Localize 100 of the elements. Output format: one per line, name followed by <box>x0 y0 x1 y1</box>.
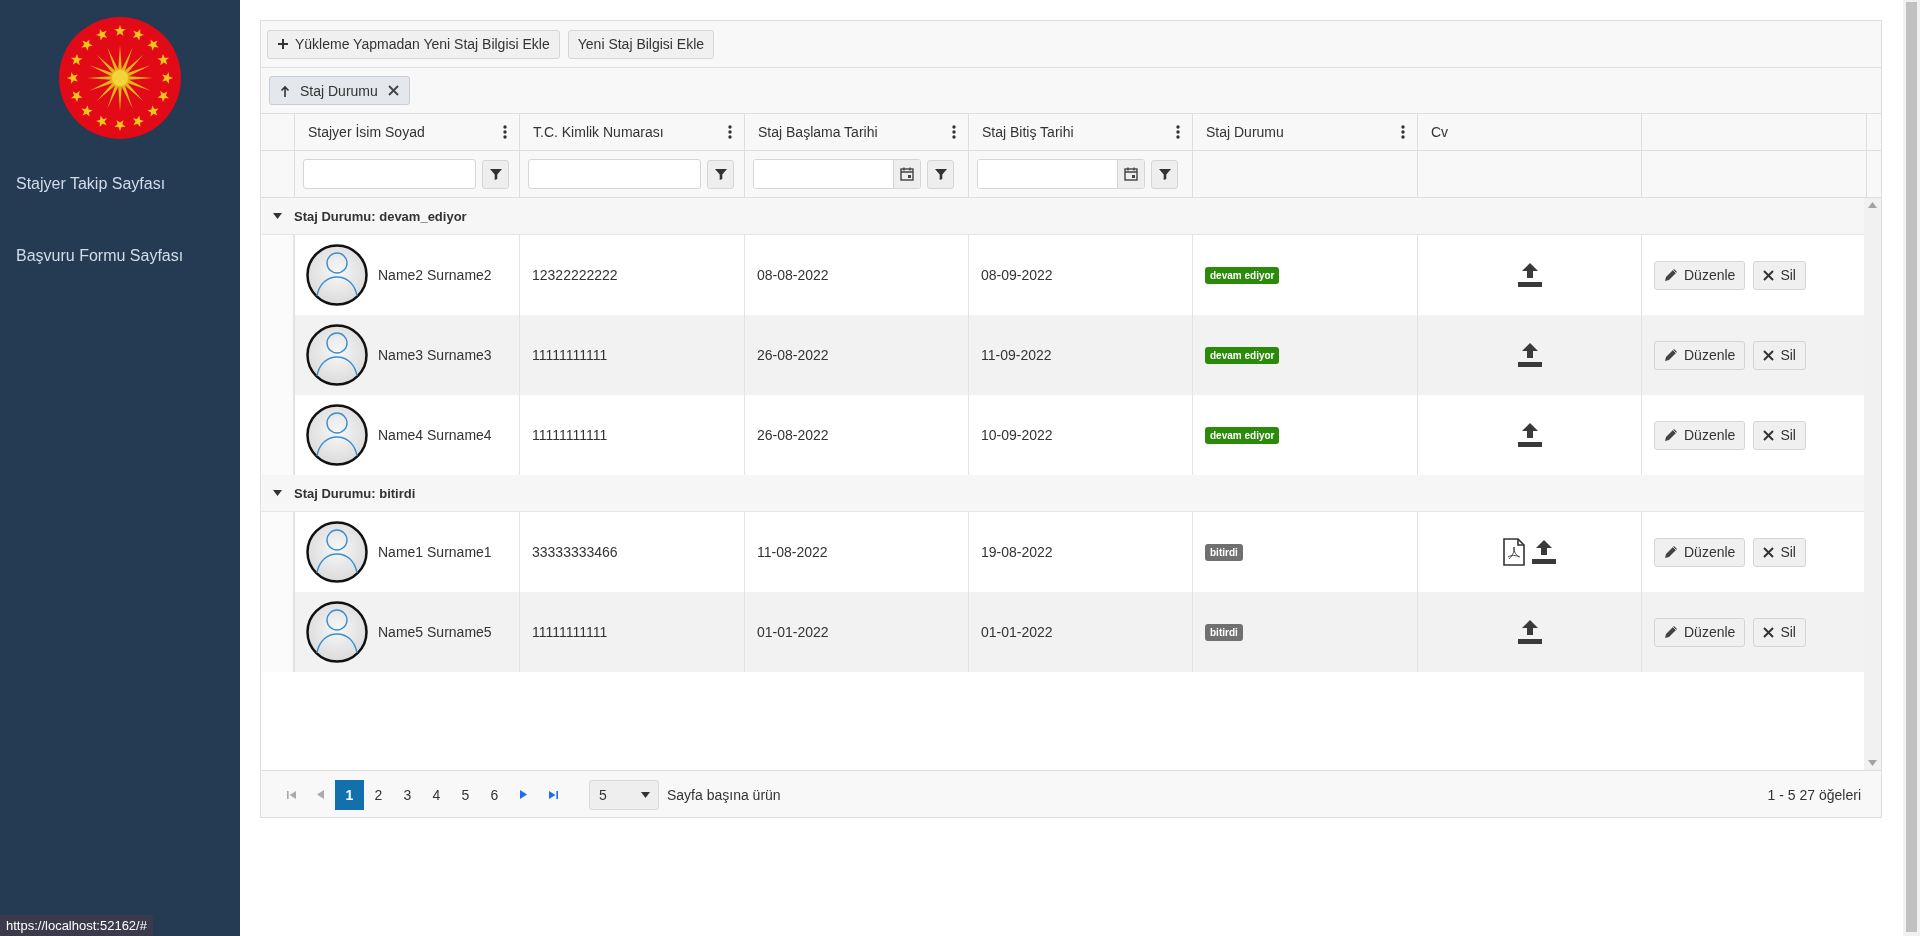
last-page-icon <box>547 789 558 800</box>
pencil-icon <box>1664 268 1678 282</box>
plus-icon <box>277 38 289 50</box>
table-cell: 11111111111 <box>532 624 608 640</box>
filter-icon <box>714 168 727 180</box>
pencil-icon <box>1664 545 1678 559</box>
intern-name: Name1 Surname1 <box>378 544 492 560</box>
page-button[interactable]: 6 <box>480 779 509 810</box>
filter-button[interactable] <box>1151 159 1178 189</box>
filter-icon <box>1158 168 1171 180</box>
pencil-icon <box>1664 625 1678 639</box>
group-row[interactable]: Staj Durumu: bitirdi <box>261 475 1864 512</box>
add-button[interactable]: Yükleme Yapmadan Yeni Staj Bilgisi Ekle <box>267 29 560 59</box>
header-label: T.C. Kimlik Numarası <box>533 124 664 140</box>
filter-button[interactable] <box>707 159 734 189</box>
group-title: Staj Durumu: devam_ediyor <box>294 208 467 224</box>
close-icon <box>1763 269 1775 281</box>
scroll-up-icon <box>1868 202 1877 208</box>
column-header[interactable]: Staj Başlama Tarihi <box>744 114 968 150</box>
chip-label: Staj Durumu <box>300 82 378 99</box>
calendar-icon <box>900 167 914 181</box>
upload-icon[interactable] <box>1516 422 1543 448</box>
table-cell: 11111111111 <box>532 347 608 363</box>
upload-icon[interactable] <box>1516 342 1543 368</box>
header-label: Staj Bitiş Tarihi <box>982 124 1074 140</box>
upload-icon[interactable] <box>1530 539 1557 565</box>
avatar <box>306 521 368 583</box>
status-tag: bitirdi <box>1205 623 1243 641</box>
pager-info: 1 - 5 27 öğeleri <box>1767 786 1861 803</box>
column-header[interactable]: Staj Bitiş Tarihi <box>968 114 1192 150</box>
filter-icon <box>489 168 502 180</box>
table-cell: 08-09-2022 <box>981 267 1053 283</box>
pencil-icon <box>1664 428 1678 442</box>
avatar <box>306 244 368 306</box>
table-cell: 10-09-2022 <box>981 427 1053 443</box>
intern-name: Name4 Surname4 <box>378 427 492 443</box>
intern-name: Name5 Surname5 <box>378 624 492 640</box>
edit-button[interactable]: Düzenle <box>1654 617 1746 647</box>
page-button[interactable]: 5 <box>451 779 480 810</box>
edit-button[interactable]: Düzenle <box>1654 420 1746 450</box>
status-url: https://localhost:52162/# <box>0 915 153 936</box>
edit-button[interactable]: Düzenle <box>1654 260 1746 290</box>
date-filter-field[interactable] <box>977 159 1145 189</box>
table-cell: 01-01-2022 <box>981 624 1053 640</box>
page-size-dropdown[interactable]: 5 <box>589 779 659 810</box>
scrollbar[interactable] <box>1864 198 1881 770</box>
delete-button[interactable]: Sil <box>1753 420 1806 450</box>
status-tag: devam ediyor <box>1205 426 1280 444</box>
column-header[interactable]: T.C. Kimlik Numarası <box>519 114 744 150</box>
close-icon <box>1763 429 1775 441</box>
sidebar-link[interactable]: Stajyer Takip Sayfası <box>0 174 182 194</box>
intern-name: Name2 Surname2 <box>378 267 492 283</box>
close-icon <box>1763 546 1775 558</box>
close-icon <box>1763 626 1775 638</box>
table-cell: 19-08-2022 <box>981 544 1053 560</box>
date-filter-field[interactable] <box>753 159 921 189</box>
filter-field[interactable] <box>528 159 701 189</box>
scroll-down-icon <box>1868 760 1877 766</box>
toolbar-button[interactable]: Yeni Staj Bilgisi Ekle <box>567 29 715 59</box>
status-tag: devam ediyor <box>1205 346 1280 364</box>
delete-button[interactable]: Sil <box>1753 340 1806 370</box>
delete-button[interactable]: Sil <box>1753 537 1806 567</box>
arrow-up-icon <box>280 84 290 97</box>
upload-icon[interactable] <box>1516 262 1543 288</box>
sidebar-link[interactable]: Başvuru Formu Sayfası <box>0 246 200 266</box>
group-row[interactable]: Staj Durumu: devam_ediyor <box>261 198 1864 235</box>
first-page-icon <box>286 789 297 800</box>
intern-name: Name3 Surname3 <box>378 347 492 363</box>
table-cell: 11111111111 <box>532 427 608 443</box>
group-chip[interactable]: Staj Durumu <box>269 76 410 105</box>
avatar <box>306 601 368 663</box>
group-title: Staj Durumu: bitirdi <box>294 485 416 501</box>
page-button[interactable]: 1 <box>335 779 364 810</box>
filter-button[interactable] <box>927 159 954 189</box>
filter-field[interactable] <box>303 159 476 189</box>
delete-button[interactable]: Sil <box>1753 617 1806 647</box>
calendar-icon <box>1124 167 1138 181</box>
table-cell: 26-08-2022 <box>757 347 829 363</box>
edit-button[interactable]: Düzenle <box>1654 340 1746 370</box>
table-cell: 08-08-2022 <box>757 267 829 283</box>
column-header[interactable]: Stajyer İsim Soyad <box>294 114 519 150</box>
table-cell: 11-08-2022 <box>757 544 828 560</box>
page-button[interactable]: 3 <box>393 779 422 810</box>
avatar <box>306 404 368 466</box>
header-label: Stajyer İsim Soyad <box>308 124 425 140</box>
edit-button[interactable]: Düzenle <box>1654 537 1746 567</box>
table-cell: 01-01-2022 <box>757 624 829 640</box>
column-header[interactable]: Staj Durumu <box>1192 114 1417 150</box>
filter-button[interactable] <box>482 159 509 189</box>
page-button[interactable]: 2 <box>364 779 393 810</box>
page-button[interactable]: 4 <box>422 779 451 810</box>
delete-button[interactable]: Sil <box>1753 260 1806 290</box>
previous-page-icon <box>317 790 324 799</box>
caret-down-icon <box>641 791 650 798</box>
status-tag: bitirdi <box>1205 543 1243 561</box>
table-cell: 11-09-2022 <box>981 347 1052 363</box>
upload-icon[interactable] <box>1516 619 1543 645</box>
column-header[interactable]: Cv <box>1417 114 1641 150</box>
header-label: Cv <box>1431 124 1449 140</box>
page-scrollbar[interactable] <box>1903 0 1920 936</box>
